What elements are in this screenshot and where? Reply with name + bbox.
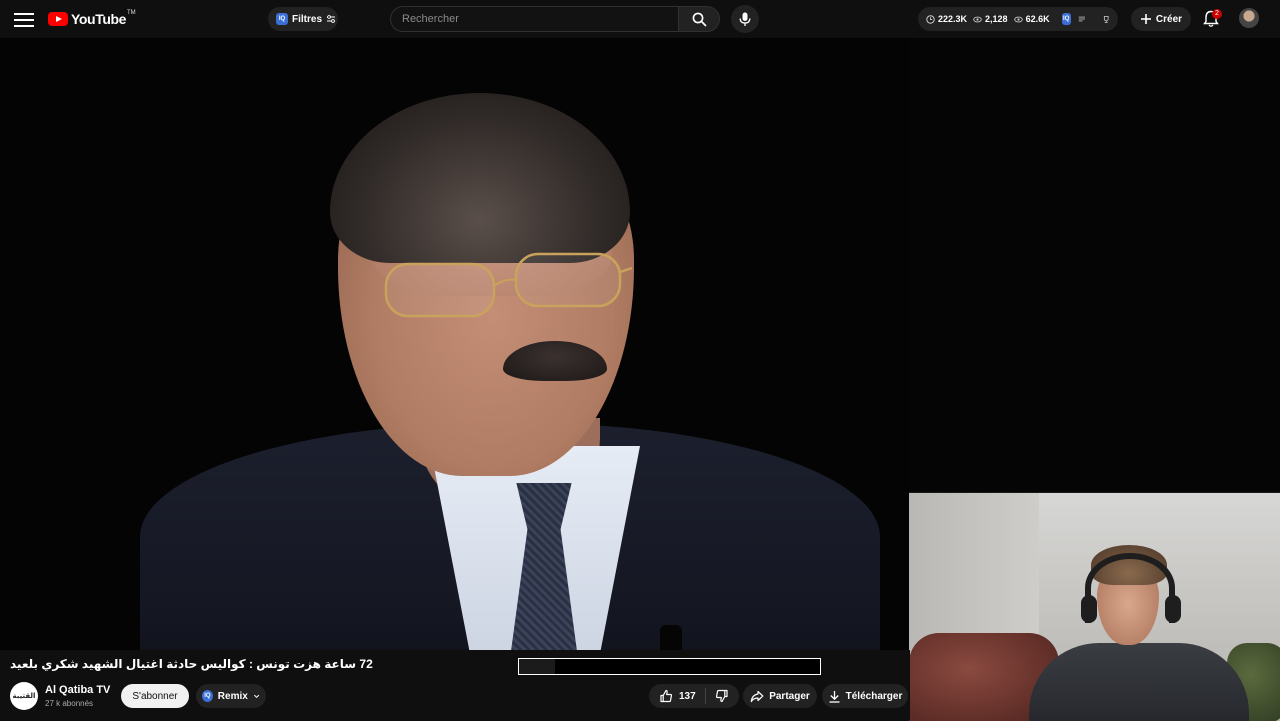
stat-total-views: 62.6K (1013, 14, 1050, 24)
video-frame-lapel-mic (660, 625, 682, 650)
search-icon (692, 12, 706, 26)
voice-search-button[interactable] (731, 5, 759, 33)
top-bar: YouTube TM IQ Filtres 222.3K (0, 0, 1280, 38)
create-button[interactable]: Créer (1131, 7, 1191, 31)
channel-avatar[interactable]: القتيبة (10, 682, 38, 710)
search-input[interactable] (391, 7, 662, 31)
remix-button[interactable]: IQ Remix (196, 684, 266, 708)
stat-value: 2,128 (985, 14, 1008, 24)
webcam-earcup-right (1165, 595, 1181, 623)
eye-icon (973, 16, 982, 22)
subscribe-button[interactable]: S'abonner (121, 684, 189, 708)
stats-bar[interactable]: 222.3K 2,128 62.6K IQ (918, 7, 1118, 31)
progress-bar-fill (519, 659, 556, 674)
like-button[interactable]: 137 (659, 689, 696, 703)
create-label: Créer (1155, 13, 1183, 25)
notification-count-badge: 2 (1212, 9, 1222, 19)
video-frame-hair (330, 93, 630, 263)
remix-label: Remix (217, 690, 248, 702)
headset-icon (1085, 553, 1175, 623)
microphone-icon (739, 12, 751, 26)
search-box (390, 6, 678, 32)
channel-name[interactable]: Al Qatiba TV (45, 684, 110, 696)
video-title: 72 ساعة هزت تونس : كواليس حادثة اغتيال ا… (10, 657, 373, 671)
iq-badge-icon: IQ (202, 690, 213, 702)
channel-avatar-logo-text: القتيبة (12, 693, 36, 700)
webcam-streamer (1029, 545, 1249, 721)
subscriber-count: 27 k abonnés (45, 699, 94, 708)
share-arrow-icon (750, 690, 764, 702)
user-avatar[interactable] (1239, 8, 1259, 28)
share-label: Partager (769, 690, 810, 702)
youtube-logo[interactable]: YouTube TM (48, 10, 136, 28)
like-count: 137 (679, 690, 696, 702)
progress-bar[interactable] (518, 658, 821, 675)
webcam-overlay (909, 492, 1280, 721)
share-button[interactable]: Partager (743, 684, 817, 708)
clock-icon (926, 14, 935, 24)
sliders-icon (327, 15, 336, 23)
chevron-down-icon (253, 694, 260, 699)
plus-icon (1140, 14, 1151, 24)
video-side-panel (910, 38, 1280, 492)
thumbs-up-icon (660, 689, 673, 703)
iq-badge-icon[interactable]: IQ (1061, 13, 1071, 25)
trophy-icon[interactable] (1102, 14, 1110, 25)
menu-icon[interactable] (14, 9, 34, 29)
like-dislike-group: 137 (649, 684, 739, 708)
thumbs-down-icon[interactable] (715, 689, 729, 703)
like-divider (704, 688, 706, 704)
stat-watch-time: 222.3K (926, 14, 967, 24)
youtube-play-icon (48, 12, 68, 26)
download-icon (829, 690, 840, 703)
download-label: Télécharger (845, 690, 903, 702)
webcam-earcup-left (1081, 595, 1097, 623)
video-player[interactable] (0, 38, 910, 650)
iq-badge-icon: IQ (276, 13, 288, 25)
stat-value: 62.6K (1025, 14, 1050, 24)
filters-label: Filtres (292, 13, 323, 25)
stat-value: 222.3K (938, 14, 968, 24)
eye-icon (1013, 16, 1023, 22)
search-button[interactable] (678, 6, 720, 32)
logo-text: YouTube (71, 11, 127, 27)
logo-trademark: TM (127, 10, 136, 16)
stat-views: 2,128 (973, 14, 1008, 24)
webcam-sweater (1029, 643, 1249, 721)
download-button[interactable]: Télécharger (822, 684, 908, 708)
video-frame-glasses (384, 252, 633, 318)
list-icon[interactable] (1078, 14, 1086, 24)
filters-button[interactable]: IQ Filtres (268, 7, 338, 31)
